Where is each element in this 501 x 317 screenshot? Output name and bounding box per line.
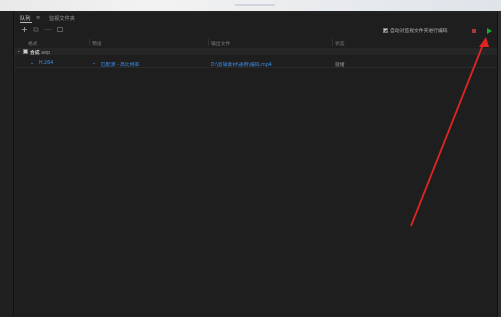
duplicate-button[interactable]: ⧉ [33, 25, 39, 34]
tab-queue[interactable]: 队列 [20, 15, 30, 22]
job-format[interactable]: H.264 [39, 61, 53, 66]
source-name: 合成 aep [30, 51, 51, 56]
render-queue-panel: 队列 ≡ 监视文件夹 + ⧉ — 自动对监视文件夹进行编码 格式 预设 输出文件… [15, 13, 497, 317]
window-top-strip [0, 0, 501, 11]
queue-column-header: 格式 预设 输出文件 状态 [15, 39, 497, 47]
source-document-icon [23, 49, 28, 54]
format-dropdown-icon[interactable]: ⌄ [30, 61, 34, 66]
queue-toolbar: + ⧉ — 自动对监视文件夹进行编码 [15, 24, 497, 36]
remove-button[interactable]: — [44, 25, 52, 34]
auto-encode-watch-folders-checkbox[interactable] [383, 28, 388, 33]
panel-tab-bar: 队列 ≡ 监视文件夹 [15, 13, 497, 23]
start-queue-icon[interactable] [487, 28, 492, 34]
stop-queue-icon[interactable] [472, 29, 476, 33]
tab-menu-icon[interactable]: ≡ [36, 15, 40, 21]
queue-job-row[interactable]: ⌄ H.264 ⌄ 匹配源 - 高比特率 D:\剪辑素材\通用\编码.mp4 就… [15, 59, 497, 68]
column-status[interactable]: 状态 [335, 40, 345, 47]
column-format[interactable]: 格式 [28, 40, 38, 47]
auto-encode-watch-folders-label: 自动对监视文件夹进行编码 [390, 29, 448, 34]
column-output-file[interactable]: 输出文件 [211, 40, 230, 47]
add-source-button[interactable]: + [21, 25, 28, 34]
column-preset[interactable]: 预设 [92, 40, 102, 47]
active-tab-indicator [20, 22, 32, 23]
preset-dropdown-icon[interactable]: ⌄ [92, 61, 96, 66]
queue-group-row[interactable]: ⌄ 合成 aep [15, 48, 497, 56]
row-divider [15, 67, 497, 68]
left-panel-edge [0, 11, 14, 317]
settings-icon[interactable] [57, 27, 63, 32]
collapse-chevron-icon[interactable]: ⌄ [17, 49, 21, 54]
tab-watch-folders[interactable]: 监视文件夹 [49, 15, 75, 22]
right-panel-edge [497, 11, 501, 317]
